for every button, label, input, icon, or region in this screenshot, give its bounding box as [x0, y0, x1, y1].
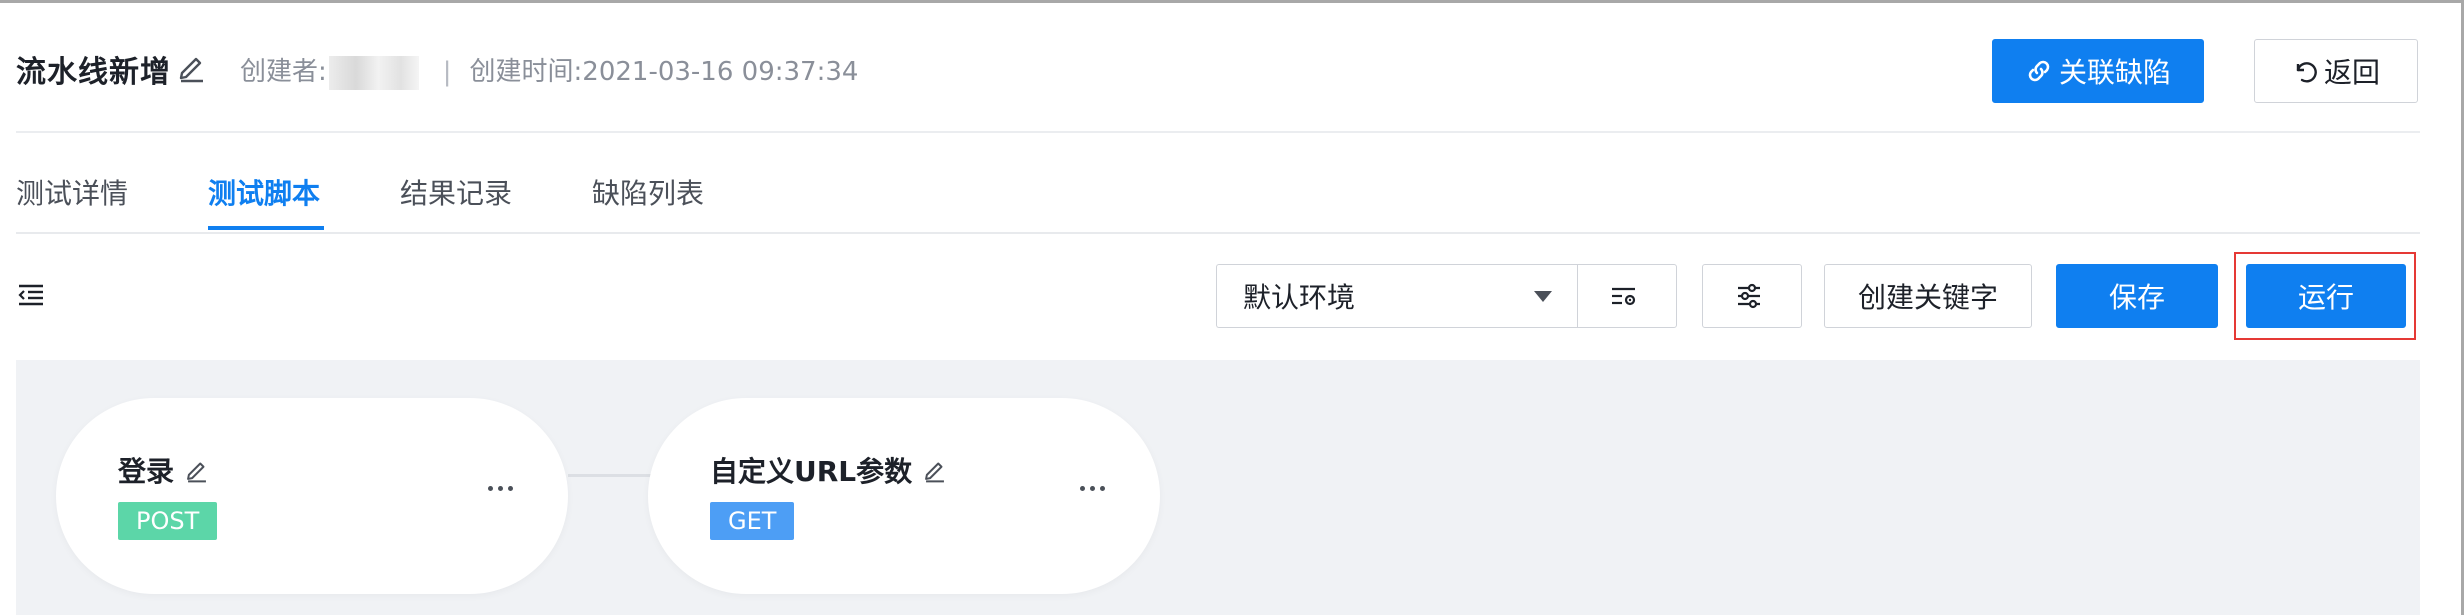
node-name-label: 登录	[118, 455, 175, 488]
sliders-icon	[1738, 283, 1760, 309]
node-title: 登录	[118, 450, 210, 490]
page-meta: 创建者: | 创建时间:2021-03-16 09:37:34	[240, 51, 858, 90]
save-button[interactable]: 保存	[2056, 264, 2218, 328]
tabs-divider	[16, 232, 2420, 234]
header-divider	[16, 131, 2420, 133]
link-defect-label: 关联缺陷	[2058, 56, 2171, 89]
create-keyword-button[interactable]: 创建关键字	[1824, 264, 2032, 328]
ellipsis-icon[interactable]	[1078, 484, 1108, 494]
method-badge: GET	[710, 502, 795, 540]
page-header: 流水线新增 创建者: | 创建时间:2021-03-16 09:37:34 关联缺陷…	[0, 3, 2458, 131]
back-label: 返回	[2323, 56, 2380, 89]
active-tab-indicator	[208, 226, 324, 230]
link-defect-button[interactable]: 关联缺陷	[1992, 39, 2204, 103]
undo-icon	[2296, 62, 2317, 83]
meta-separator: |	[442, 57, 452, 87]
tab-defect-list[interactable]: 缺陷列表	[592, 172, 704, 212]
tab-test-details[interactable]: 测试详情	[16, 172, 128, 212]
environment-select[interactable]: 默认环境	[1216, 264, 1578, 328]
flow-canvas[interactable]: 登录 POST 自定义URL参数 GET	[16, 360, 2420, 615]
list-settings-icon	[1612, 287, 1636, 306]
run-button[interactable]: 运行	[2246, 264, 2406, 328]
tab-test-script[interactable]: 测试脚本	[208, 172, 320, 212]
ellipsis-icon[interactable]	[486, 484, 516, 494]
creator-label: 创建者:	[240, 57, 327, 87]
creator-name-redacted	[328, 55, 419, 90]
node-title: 自定义URL参数	[710, 450, 948, 490]
environment-settings-button[interactable]	[1577, 264, 1677, 328]
collapse-panel-icon[interactable]	[16, 280, 46, 310]
run-button-highlight: 运行	[2234, 252, 2416, 340]
pencil-icon[interactable]	[176, 51, 208, 83]
environment-value: 默认环境	[1243, 281, 1356, 314]
filter-settings-button[interactable]	[1702, 264, 1802, 328]
tab-result-records[interactable]: 结果记录	[400, 172, 512, 212]
pencil-icon[interactable]	[184, 457, 210, 483]
flow-node-login[interactable]: 登录 POST	[56, 398, 568, 594]
page-title: 流水线新增	[16, 55, 171, 90]
back-button[interactable]: 返回	[2254, 39, 2418, 103]
flow-node-custom-url-params[interactable]: 自定义URL参数 GET	[648, 398, 1160, 594]
link-icon	[2028, 60, 2050, 82]
node-name-label: 自定义URL参数	[710, 455, 913, 488]
pencil-icon[interactable]	[922, 457, 948, 483]
created-time: 创建时间:2021-03-16 09:37:34	[469, 57, 859, 87]
method-badge: POST	[118, 502, 218, 540]
caret-down-icon	[1534, 291, 1552, 302]
